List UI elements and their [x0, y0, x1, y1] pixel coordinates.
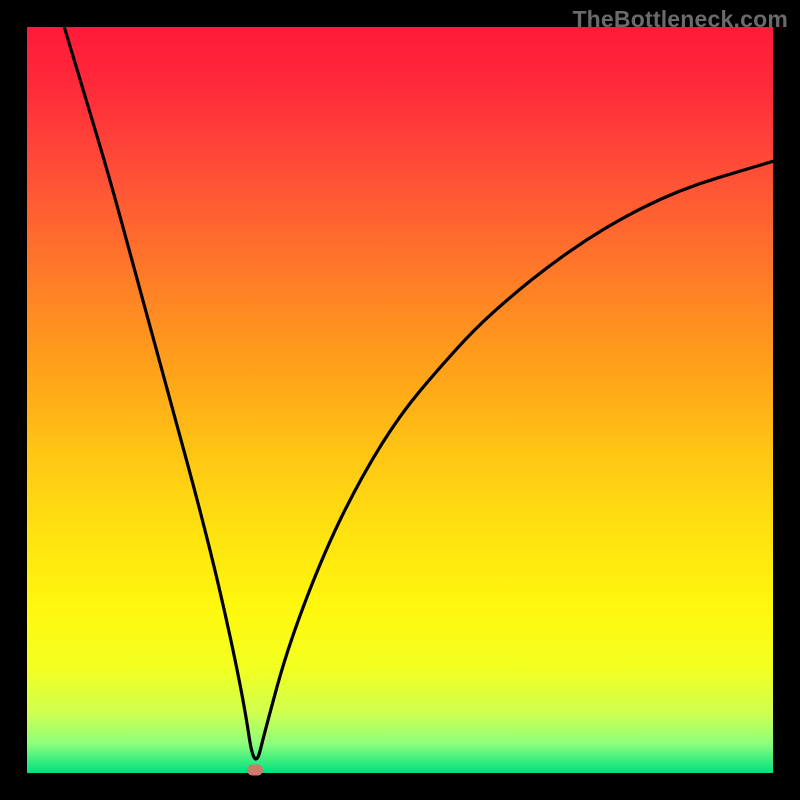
plot-area: [27, 27, 773, 773]
watermark-text: TheBottleneck.com: [572, 6, 788, 33]
chart-frame: TheBottleneck.com: [0, 0, 800, 800]
minimum-marker: [247, 765, 263, 776]
bottleneck-curve: [27, 27, 773, 773]
